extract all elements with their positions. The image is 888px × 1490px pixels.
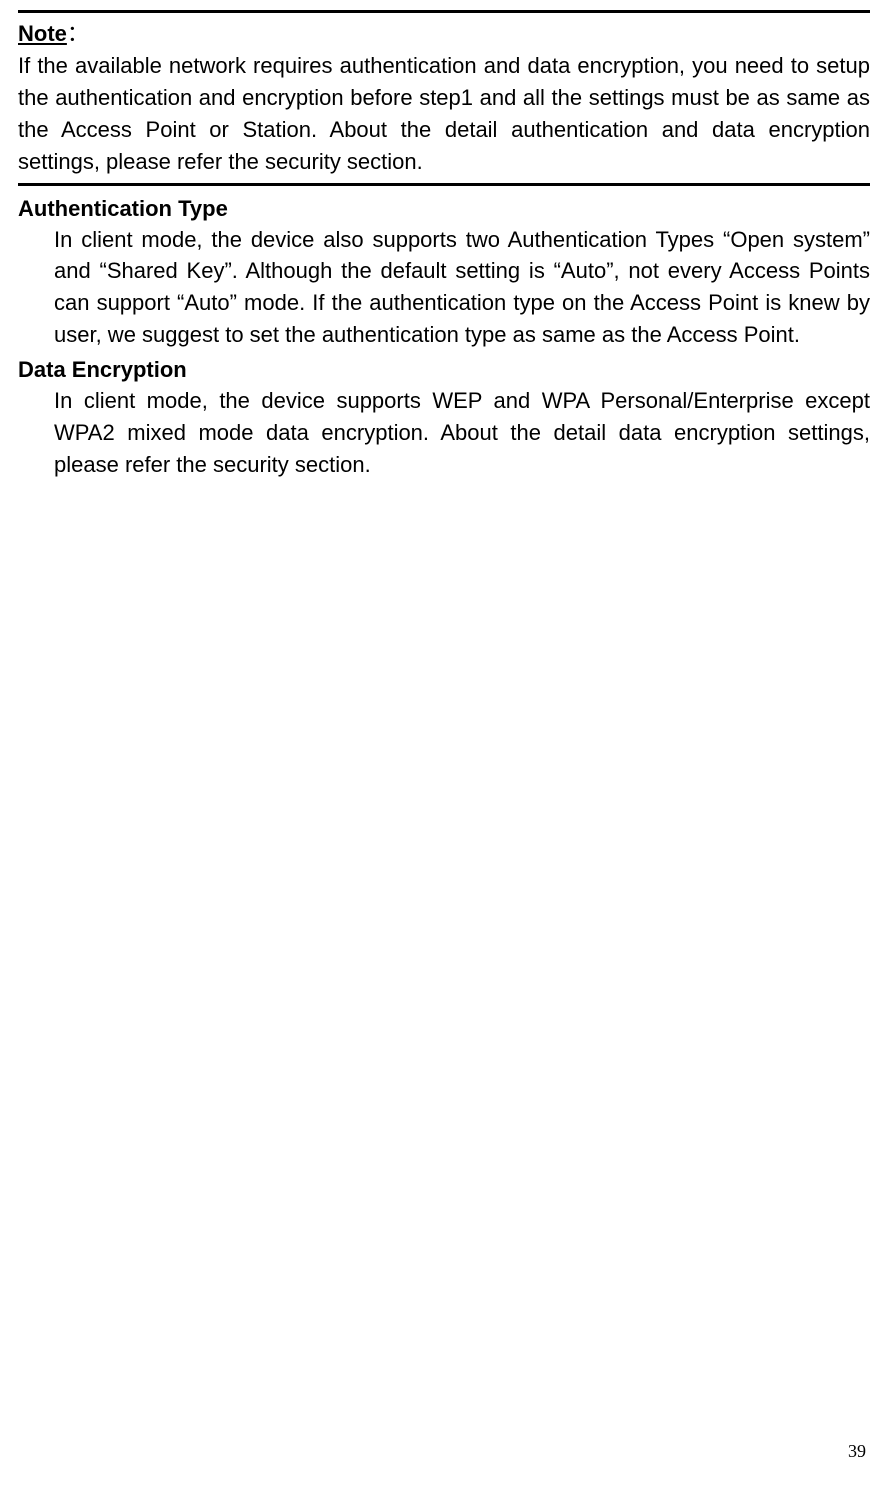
- note-label: Note: [18, 21, 67, 46]
- page-number: 39: [848, 1441, 866, 1462]
- note-text: If the available network requires authen…: [18, 50, 870, 178]
- note-colon: ：: [67, 21, 89, 46]
- document-page: Note： If the available network requires …: [0, 0, 888, 481]
- body-authentication-type: In client mode, the device also supports…: [54, 224, 870, 352]
- note-header: Note：: [18, 16, 870, 48]
- note-box: Note： If the available network requires …: [18, 10, 870, 186]
- heading-data-encryption: Data Encryption: [18, 357, 870, 383]
- heading-authentication-type: Authentication Type: [18, 196, 870, 222]
- body-data-encryption: In client mode, the device supports WEP …: [54, 385, 870, 481]
